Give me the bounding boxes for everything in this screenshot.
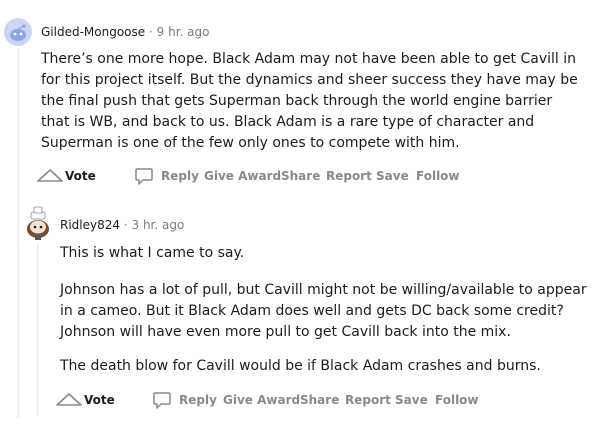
follow-button[interactable]: Follow [416, 164, 460, 188]
comment-body: There’s one more hope. Black Adam may no… [41, 49, 581, 166]
timestamp[interactable]: 3 hr. ago [132, 218, 185, 232]
follow-label: Follow [416, 169, 460, 183]
share-label: Share [281, 169, 321, 183]
save-label: Save [376, 169, 409, 183]
comment-body: This is what I came to say. Johnson has … [60, 243, 588, 389]
report-label: Report [326, 169, 372, 183]
give-award-label: Give Award [223, 393, 301, 407]
save-button[interactable]: Save [376, 164, 409, 188]
follow-button[interactable]: Follow [435, 388, 479, 412]
share-button[interactable]: Share [300, 388, 339, 412]
comment-paragraph: This is what I came to say. [60, 245, 245, 261]
timestamp[interactable]: 9 hr. ago [157, 25, 210, 39]
thread-line-parent[interactable] [17, 48, 19, 418]
share-label: Share [300, 393, 340, 407]
snoo-avatar-icon [27, 206, 49, 240]
report-button[interactable]: Report [345, 388, 391, 412]
upvote-arrow-icon [37, 169, 63, 182]
snoo-avatar-icon [4, 18, 32, 46]
comment-actions: Vote Reply Give Award Share Report Save … [36, 164, 596, 188]
meta-separator: · [123, 218, 128, 232]
username[interactable]: Ridley824 [60, 218, 120, 232]
upvote-arrow-icon [56, 393, 82, 406]
username[interactable]: Gilded-Mongoose [41, 25, 145, 39]
report-button[interactable]: Report [326, 164, 372, 188]
reply-label: Reply [161, 169, 199, 183]
comment-paragraph: Johnson has a lot of pull, but Cavill mi… [60, 282, 587, 340]
give-award-button[interactable]: Give Award [223, 388, 300, 412]
save-button[interactable]: Save [395, 388, 428, 412]
follow-label: Follow [435, 393, 479, 407]
report-label: Report [345, 393, 391, 407]
share-button[interactable]: Share [281, 164, 320, 188]
vote-button[interactable]: Vote [36, 164, 96, 188]
give-award-button[interactable]: Give Award [204, 164, 281, 188]
comment-meta: Ridley824 · 3 hr. ago [60, 218, 184, 232]
reply-button[interactable]: Reply [134, 164, 199, 188]
vote-button[interactable]: Vote [55, 388, 115, 412]
vote-label: Vote [65, 169, 96, 183]
comment-paragraph: There’s one more hope. Black Adam may no… [41, 51, 578, 151]
comment-meta: Gilded-Mongoose · 9 hr. ago [41, 25, 209, 39]
avatar[interactable] [22, 205, 54, 241]
vote-label: Vote [84, 393, 115, 407]
meta-separator: · [148, 25, 153, 39]
thread-line-child[interactable] [37, 244, 39, 416]
comment-actions: Vote Reply Give Award Share Report Save … [55, 388, 595, 412]
reply-bubble-icon [135, 168, 153, 185]
save-label: Save [395, 393, 428, 407]
reply-label: Reply [179, 393, 217, 407]
reply-button[interactable]: Reply [152, 388, 217, 412]
reply-bubble-icon [153, 392, 171, 409]
comment-paragraph: The death blow for Cavill would be if Bl… [60, 358, 541, 374]
avatar[interactable] [4, 18, 32, 46]
give-award-label: Give Award [204, 169, 282, 183]
